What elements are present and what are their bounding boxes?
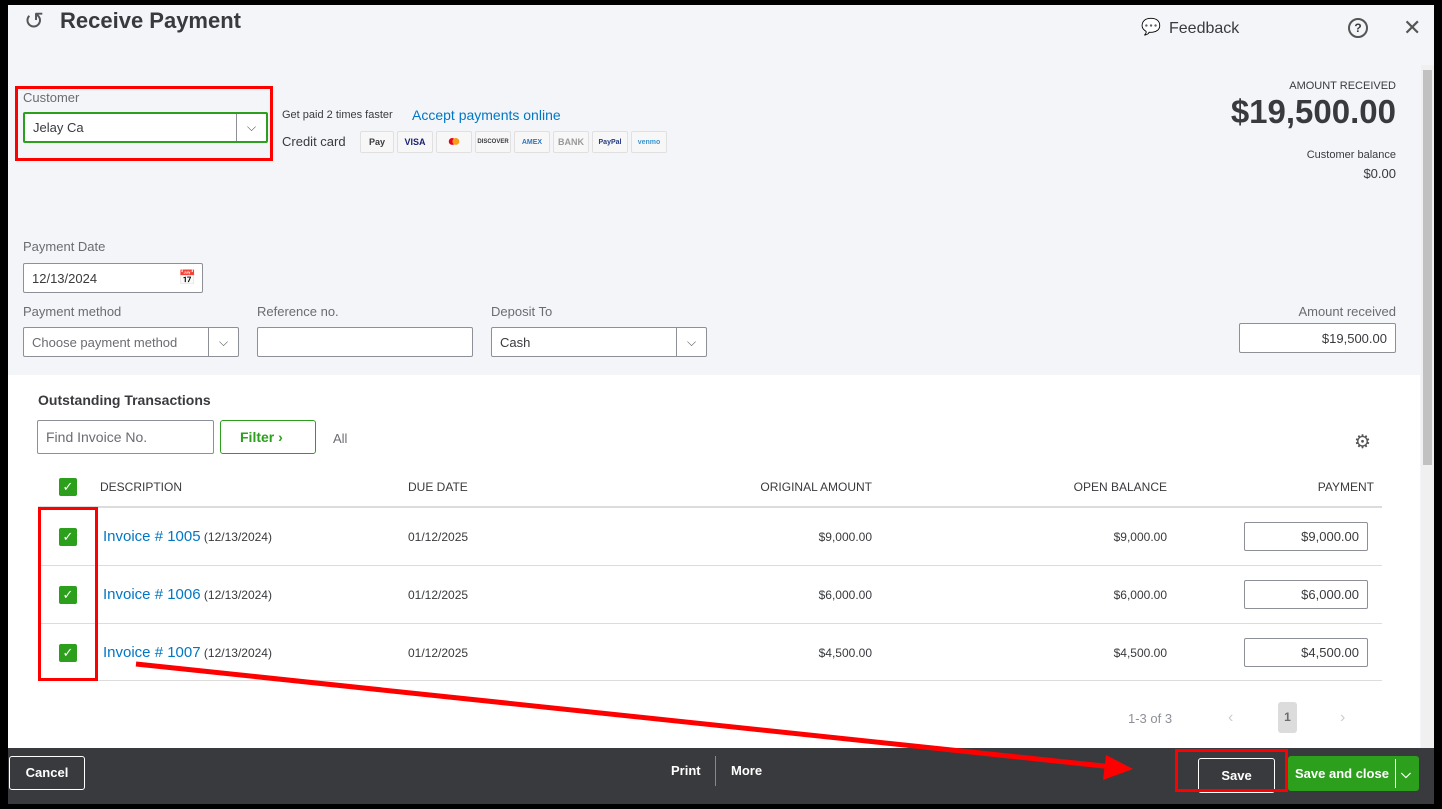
annotation-arrow [135,661,1133,780]
receive-payment-window: ↺ Receive Payment 💬 Feedback ? ✕ Custome… [8,5,1434,804]
